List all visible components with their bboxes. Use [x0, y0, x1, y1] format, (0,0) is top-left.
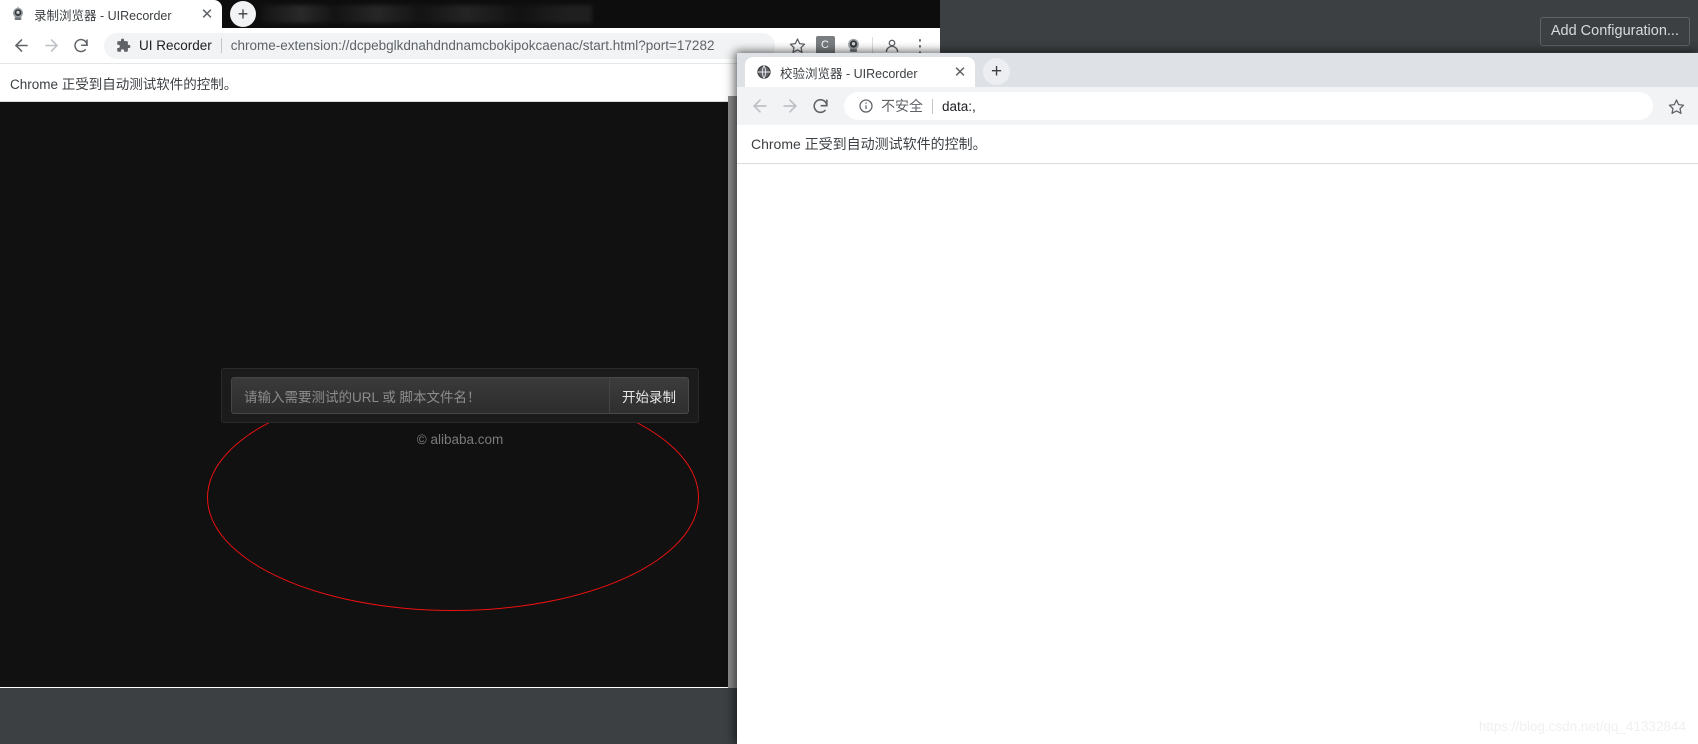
window2-tab-close-icon[interactable]: ✕ [951, 63, 969, 81]
window2-omnibox-separator [932, 98, 933, 114]
window2-back-icon[interactable] [745, 91, 775, 121]
window2-address-bar[interactable]: 不安全 data:, [844, 92, 1653, 120]
window2-new-tab-button[interactable]: + [983, 58, 1010, 85]
window1-url-text: chrome-extension://dcpebglkdnahdndnamcbo… [230, 38, 715, 53]
window1-tab-title: 录制浏览器 - UIRecorder [34, 8, 172, 23]
window2-blank-page: https://blog.csdn.net/qq_41332844 [737, 164, 1698, 744]
verification-browser-window[interactable]: 校验浏览器 - UIRecorder ✕ + 不安全 data:, Chrome… [737, 53, 1698, 744]
window1-new-tab-button[interactable]: + [230, 1, 256, 27]
globe-icon [756, 64, 772, 80]
window1-reload-icon[interactable] [66, 31, 96, 61]
window2-infobar-text: Chrome 正受到自动测试软件的控制。 [751, 136, 987, 152]
window1-extension-label: UI Recorder [139, 38, 212, 53]
window1-tab-strip: 录制浏览器 - UIRecorder ✕ + [0, 0, 940, 28]
info-circle-icon [858, 98, 874, 114]
window2-tab-strip: 校验浏览器 - UIRecorder ✕ + [737, 53, 1698, 87]
csdn-watermark: https://blog.csdn.net/qq_41332844 [1478, 719, 1686, 734]
window1-back-icon[interactable] [6, 31, 36, 61]
window2-forward-icon[interactable] [775, 91, 805, 121]
window1-tab-uirecorder[interactable]: 录制浏览器 - UIRecorder ✕ [0, 0, 222, 28]
window2-toolbar: 不安全 data:, [737, 87, 1698, 125]
start-recording-button[interactable]: 开始录制 [610, 377, 689, 414]
window2-url-text: data:, [942, 98, 976, 114]
window1-address-bar[interactable]: UI Recorder chrome-extension://dcpebglkd… [104, 32, 775, 59]
window2-automation-infobar: Chrome 正受到自动测试软件的控制。 [737, 125, 1698, 164]
test-url-input-placeholder: 请输入需要测试的URL 或 脚本文件名！ [244, 389, 481, 405]
add-configuration-button[interactable]: Add Configuration... [1539, 17, 1690, 46]
window2-tab-uirecorder[interactable]: 校验浏览器 - UIRecorder ✕ [745, 57, 975, 87]
screenshot-root: Add Configuration... 录制浏览器 - UIRecorder … [0, 0, 1698, 744]
window2-reload-icon[interactable] [805, 91, 835, 121]
page-footer-copyright: © alibaba.com [416, 432, 504, 447]
window1-infobar-text: Chrome 正受到自动测试软件的控制。 [10, 76, 238, 92]
uirecorder-robot-icon [10, 6, 26, 22]
window2-security-label: 不安全 [881, 98, 923, 114]
window1-tab-close-icon[interactable]: ✕ [198, 5, 216, 23]
extension-puzzle-icon [116, 38, 132, 53]
test-url-input[interactable]: 请输入需要测试的URL 或 脚本文件名！ [231, 377, 610, 414]
toolbar-divider [872, 36, 873, 55]
window2-tab-title: 校验浏览器 - UIRecorder [780, 66, 918, 81]
recorder-launch-panel: 请输入需要测试的URL 或 脚本文件名！ 开始录制 [221, 368, 699, 423]
window1-forward-icon[interactable] [36, 31, 66, 61]
window1-blurred-tab-overlay [262, 5, 592, 23]
window2-bookmark-star-icon[interactable] [1662, 92, 1690, 120]
omnibox-separator [220, 38, 222, 53]
